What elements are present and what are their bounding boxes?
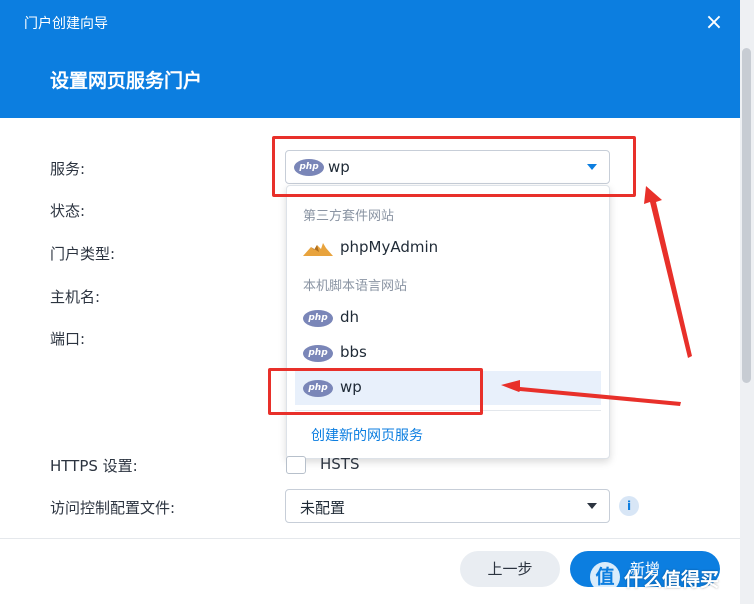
watermark-text: 什么值得买	[624, 569, 720, 591]
annotation-arrows	[501, 186, 692, 406]
arrow-left-icon	[501, 380, 681, 406]
arrow-up-icon	[644, 186, 692, 358]
watermark-logo-icon: 值	[590, 562, 620, 592]
